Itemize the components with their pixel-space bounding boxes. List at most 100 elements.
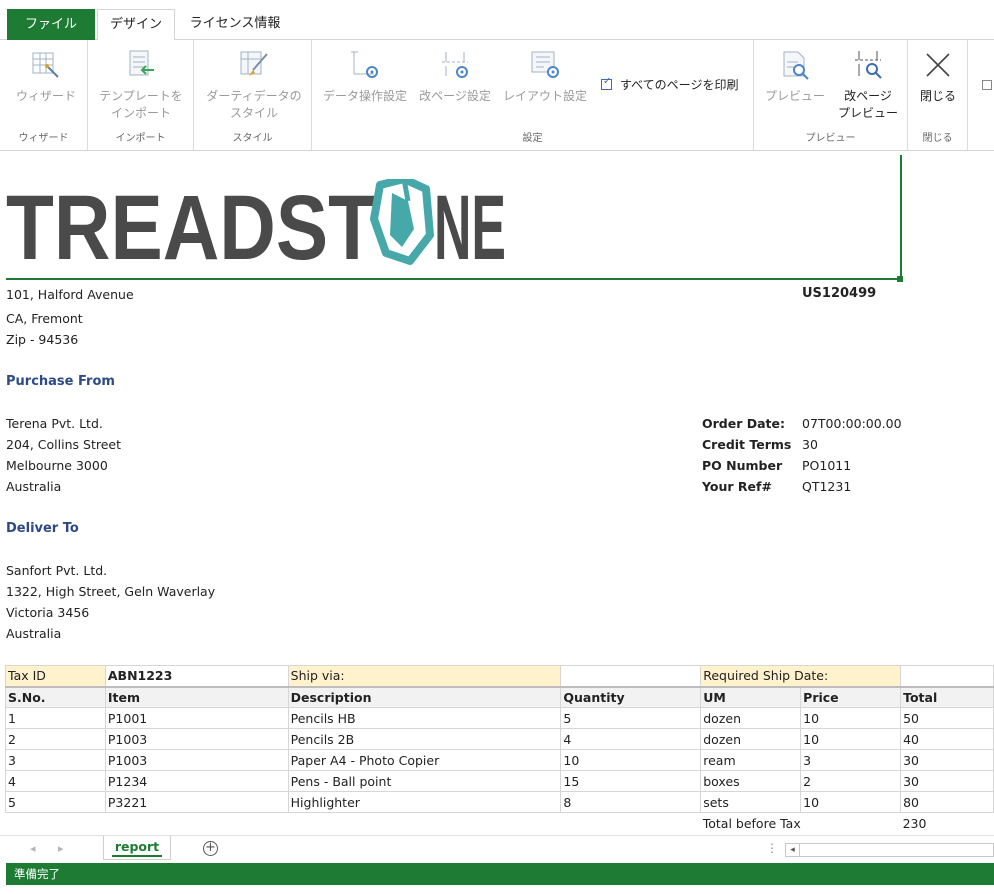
ship-via-value[interactable] bbox=[560, 665, 702, 687]
table-cell[interactable]: 30 bbox=[900, 749, 994, 771]
data-ops-settings-button[interactable]: データ操作設定 bbox=[320, 48, 410, 105]
prev-sheet-icon[interactable]: ◂ bbox=[30, 842, 36, 855]
table-cell[interactable]: 5 bbox=[560, 707, 702, 729]
bottom-edge bbox=[0, 885, 994, 894]
extra-checkbox[interactable] bbox=[982, 80, 992, 90]
print-all-pages-checkbox[interactable]: すべてのページを印刷 bbox=[601, 76, 738, 93]
tab-license[interactable]: ライセンス情報 bbox=[180, 9, 290, 40]
table-cell[interactable]: boxes bbox=[700, 770, 802, 792]
status-bar: 準備完了 bbox=[6, 863, 994, 885]
company-address-1: 101, Halford Avenue bbox=[6, 287, 134, 302]
table-cell[interactable]: 80 bbox=[900, 791, 994, 813]
style-label-1: ダーティデータの bbox=[206, 89, 302, 103]
group-import: テンプレートを インポート インポート bbox=[88, 40, 194, 150]
group-label-style: スタイル bbox=[232, 133, 273, 144]
table-header-row: S.No. Item Description Quantity UM Price… bbox=[5, 686, 994, 708]
close-button[interactable]: 閉じる bbox=[912, 48, 964, 105]
layout-label: レイアウト設定 bbox=[502, 89, 587, 103]
group-label-preview: プレビュー bbox=[805, 133, 856, 144]
splitter-handle-icon[interactable]: ⋮ bbox=[766, 841, 778, 855]
table-cell[interactable]: 40 bbox=[900, 728, 994, 750]
table-cell[interactable]: 10 bbox=[800, 728, 902, 750]
table-cell[interactable]: 10 bbox=[560, 749, 702, 771]
table-cell[interactable]: dozen bbox=[700, 707, 802, 729]
table-cell[interactable]: P1003 bbox=[104, 749, 289, 771]
required-ship-date-label[interactable]: Required Ship Date: bbox=[700, 665, 902, 687]
table-cell[interactable]: 2 bbox=[800, 770, 902, 792]
horizontal-scrollbar[interactable]: ◂ bbox=[785, 843, 994, 857]
table-row: 2 P1003 Pencils 2B 4 dozen 10 40 bbox=[5, 728, 994, 750]
selection-handle[interactable] bbox=[897, 276, 903, 282]
document-id: US120499 bbox=[802, 286, 877, 301]
table-cell[interactable]: 15 bbox=[560, 770, 702, 792]
sheet-tab-bar: ◂ ▸ report + ⋮ ◂ bbox=[0, 835, 994, 863]
logo-text-left: TREADST bbox=[6, 179, 376, 279]
table-cell[interactable]: Highlighter bbox=[287, 791, 562, 813]
table-cell[interactable]: 5 bbox=[5, 791, 106, 813]
table-cell[interactable]: dozen bbox=[700, 728, 802, 750]
table-cell[interactable]: 2 bbox=[5, 728, 106, 750]
sheet-tab-report[interactable]: report bbox=[103, 836, 171, 860]
tax-id-value[interactable]: ABN1223 bbox=[104, 665, 289, 687]
column-header[interactable]: Price bbox=[800, 686, 902, 708]
close-icon bbox=[926, 53, 950, 77]
dirty-data-style-button[interactable]: ダーティデータの スタイル bbox=[200, 48, 308, 122]
table-cell[interactable]: Paper A4 - Photo Copier bbox=[287, 749, 562, 771]
total-before-tax-value[interactable]: 230 bbox=[901, 813, 994, 834]
page-break-preview-button[interactable]: 改ページ プレビュー bbox=[832, 48, 904, 122]
table-cell[interactable]: 30 bbox=[900, 770, 994, 792]
table-cell[interactable]: Pens - Ball point bbox=[287, 770, 562, 792]
table-cell[interactable]: P3221 bbox=[104, 791, 289, 813]
total-row: Total before Tax 230 bbox=[6, 813, 994, 834]
table-cell[interactable]: Pencils HB bbox=[287, 707, 562, 729]
column-header[interactable]: S.No. bbox=[5, 686, 106, 708]
table-cell[interactable]: 3 bbox=[800, 749, 902, 771]
table-cell[interactable]: 8 bbox=[560, 791, 702, 813]
column-header[interactable]: Description bbox=[287, 686, 562, 708]
table-cell[interactable]: sets bbox=[700, 791, 802, 813]
table-cell[interactable]: ream bbox=[700, 749, 802, 771]
column-header[interactable]: Total bbox=[900, 686, 994, 708]
scroll-left-icon[interactable]: ◂ bbox=[786, 844, 800, 856]
table-cell[interactable]: Pencils 2B bbox=[287, 728, 562, 750]
table-cell[interactable]: P1234 bbox=[104, 770, 289, 792]
group-label-settings: 設定 bbox=[522, 133, 543, 144]
column-header[interactable]: UM bbox=[700, 686, 802, 708]
add-sheet-icon[interactable]: + bbox=[203, 841, 218, 856]
company-address-2: CA, Fremont bbox=[6, 311, 83, 326]
import-template-button[interactable]: テンプレートを インポート bbox=[92, 48, 190, 122]
table-cell[interactable]: 10 bbox=[800, 791, 902, 813]
column-header[interactable]: Quantity bbox=[560, 686, 702, 708]
table-cell[interactable]: 4 bbox=[5, 770, 106, 792]
logo-text-right: NE bbox=[434, 179, 506, 279]
total-before-tax-label[interactable]: Total before Tax bbox=[701, 813, 901, 834]
table-cell[interactable]: 50 bbox=[900, 707, 994, 729]
tab-design[interactable]: デザイン bbox=[97, 9, 175, 41]
table-cell[interactable]: P1003 bbox=[104, 728, 289, 750]
group-settings: データ操作設定 改ページ設定 レイアウト設定 設定 bbox=[312, 40, 754, 150]
table-cell[interactable]: 1 bbox=[5, 707, 106, 729]
page-break-settings-button[interactable]: 改ページ設定 bbox=[414, 48, 496, 105]
table-cell[interactable]: P1001 bbox=[104, 707, 289, 729]
ribbon-tabs: ファイル デザイン ライセンス情報 bbox=[0, 0, 994, 41]
layout-icon bbox=[531, 51, 559, 78]
ship-via-label[interactable]: Ship via: bbox=[287, 665, 562, 687]
table-row: 5 P3221 Highlighter 8 sets 10 80 bbox=[5, 791, 994, 813]
next-sheet-icon[interactable]: ▸ bbox=[58, 842, 64, 855]
wizard-button[interactable]: ウィザード bbox=[8, 48, 84, 105]
table-cell[interactable]: 10 bbox=[800, 707, 902, 729]
required-ship-date-value[interactable] bbox=[900, 665, 994, 687]
layout-settings-button[interactable]: レイアウト設定 bbox=[500, 48, 590, 105]
column-header[interactable]: Item bbox=[104, 686, 289, 708]
tab-file[interactable]: ファイル bbox=[7, 9, 95, 40]
preview-button[interactable]: プレビュー bbox=[758, 48, 832, 105]
purchase-from-heading: Purchase From bbox=[6, 374, 115, 389]
table-cell[interactable]: 4 bbox=[560, 728, 702, 750]
table-cell[interactable]: 3 bbox=[5, 749, 106, 771]
logo-image-selection[interactable]: TREADST NE bbox=[6, 155, 902, 280]
company-zip: Zip - 94536 bbox=[6, 332, 79, 347]
tax-id-label[interactable]: Tax ID bbox=[5, 665, 106, 687]
treadstone-logo: TREADST NE bbox=[6, 179, 506, 279]
preview-icon bbox=[783, 51, 809, 80]
spreadsheet[interactable]: TREADST NE 101, Halford Avenue US120499 … bbox=[0, 152, 994, 835]
